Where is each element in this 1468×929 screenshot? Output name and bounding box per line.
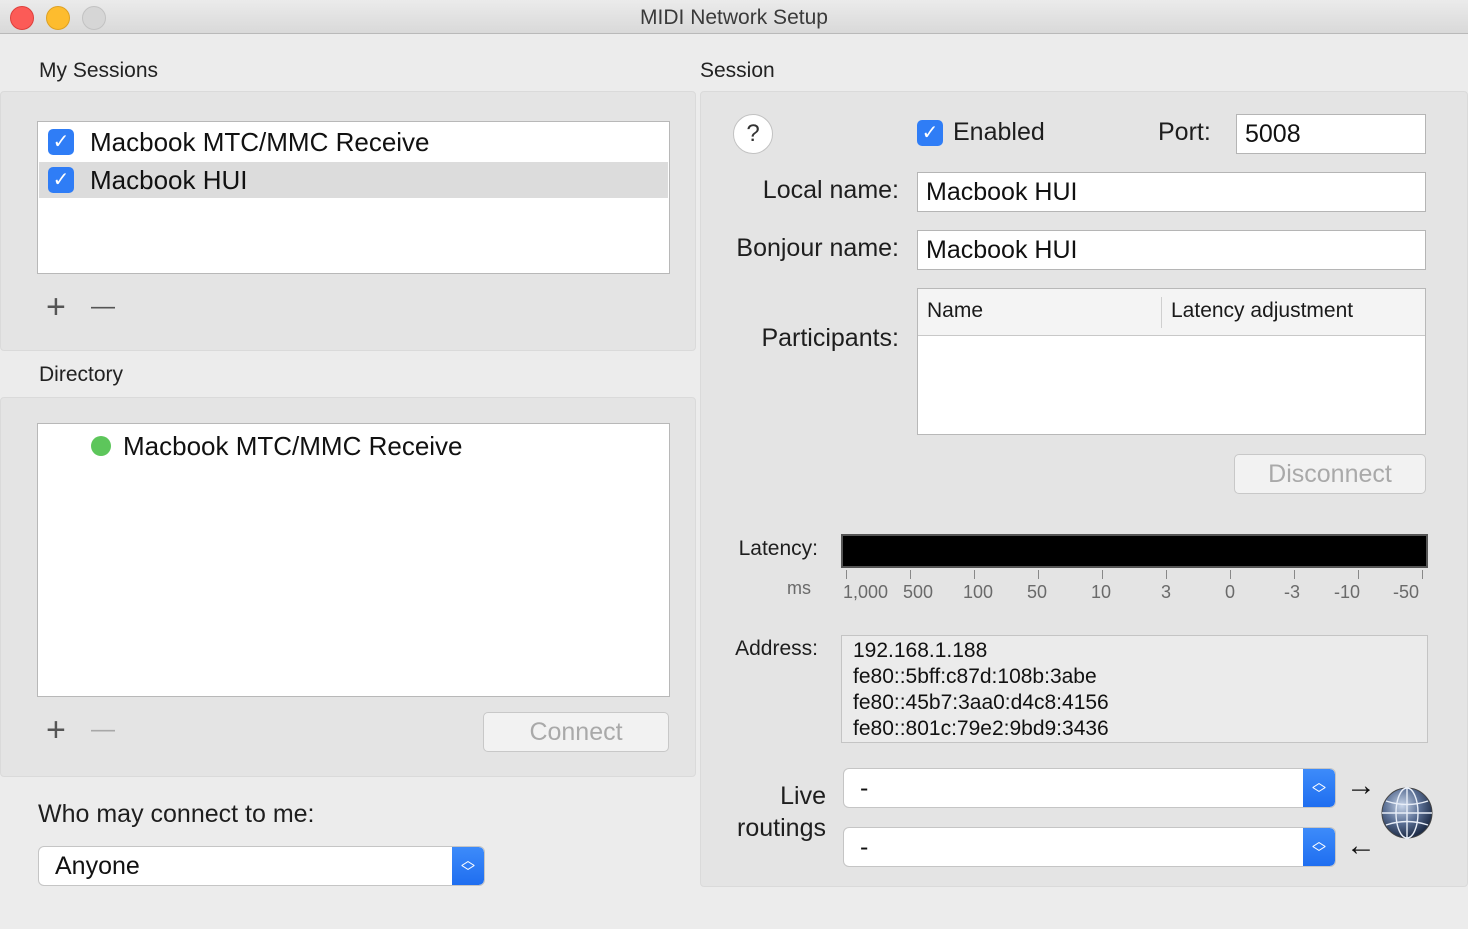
bonjour-name-field[interactable]: Macbook HUI [917,230,1426,270]
who-may-connect-label: Who may connect to me: [38,800,315,828]
latency-unit: ms [787,578,811,598]
column-latency-header[interactable]: Latency adjustment [1171,299,1353,323]
latency-meter [841,534,1428,568]
title-bar: MIDI Network Setup [0,0,1468,34]
session-row[interactable]: ✓ Macbook MTC/MMC Receive [39,124,668,160]
session-name: Macbook HUI [90,165,248,195]
directory-item-name: Macbook MTC/MMC Receive [123,431,463,461]
local-name-field[interactable]: Macbook HUI [917,172,1426,212]
latency-tick-label: 10 [1091,582,1112,602]
my-sessions-heading: My Sessions [39,59,159,82]
local-name-label: Local name: [762,176,899,204]
latency-tick-label: -10 [1334,582,1361,602]
routing-input-popup[interactable]: - ︿ ﹀ [843,827,1336,867]
connect-button[interactable]: Connect [483,712,669,752]
address-list: 192.168.1.188 fe80::5bff:c87d:108b:3abe … [841,635,1428,743]
latency-tick-mark [974,570,975,579]
latency-tick-mark [1102,570,1103,579]
popup-stepper-icon: ︿ ﹀ [1303,769,1335,807]
add-directory-button[interactable]: + [46,713,66,747]
remove-directory-button[interactable]: — [91,713,115,747]
enabled-checkbox[interactable]: ✓ [917,120,943,146]
latency-tick-mark [846,570,847,579]
popup-stepper-icon: ︿ ﹀ [452,847,484,885]
latency-tick-label: 100 [963,582,994,602]
latency-tick-label: 50 [1027,582,1048,602]
latency-tick-label: 500 [903,582,934,602]
live-routings-label-line2: routings [737,814,826,842]
enabled-label: Enabled [953,118,1045,146]
participants-label: Participants: [761,324,899,352]
arrow-right-icon: → [1346,769,1376,802]
latency-tick-mark [1230,570,1231,579]
participants-header: Name Latency adjustment [918,289,1425,336]
bonjour-name-label: Bonjour name: [736,234,899,262]
disconnect-button[interactable]: Disconnect [1234,454,1426,494]
remove-session-button[interactable]: — [91,290,115,324]
port-label: Port: [1158,118,1211,146]
latency-tick-mark [1294,570,1295,579]
window-title: MIDI Network Setup [640,6,828,29]
session-enabled-checkbox[interactable]: ✓ [48,129,74,155]
directory-heading: Directory [39,363,124,386]
latency-tick-mark [1422,570,1423,579]
session-row-selected[interactable]: ✓ Macbook HUI [39,162,668,198]
latency-tick-label: -50 [1393,582,1420,602]
session-name: Macbook MTC/MMC Receive [90,127,430,157]
latency-tick-label: 1,000 [843,582,889,602]
globe-network-icon [1380,786,1434,840]
latency-tick-mark [1038,570,1039,579]
arrow-left-icon: ← [1346,829,1376,862]
latency-tick-mark [1358,570,1359,579]
address-line: fe80::45b7:3aa0:d4c8:4156 [853,691,1109,714]
my-sessions-list[interactable]: ✓ Macbook MTC/MMC Receive ✓ Macbook HUI [37,121,670,274]
address-line: 192.168.1.188 [853,639,988,662]
latency-tick-label: -3 [1284,582,1301,602]
session-heading: Session [700,59,775,82]
address-line: fe80::5bff:c87d:108b:3abe [853,665,1097,688]
column-divider [1161,297,1162,328]
directory-row[interactable]: Macbook MTC/MMC Receive [39,428,668,464]
routing-input-value: - [860,833,869,861]
latency-tick-label: 3 [1161,582,1172,602]
who-may-connect-popup[interactable]: Anyone ︿ ﹀ [38,846,485,886]
live-routings-label-line1: Live [780,782,826,810]
who-may-connect-value: Anyone [55,852,140,880]
popup-stepper-icon: ︿ ﹀ [1303,828,1335,866]
directory-list[interactable]: Macbook MTC/MMC Receive [37,423,670,697]
help-button[interactable]: ? [733,114,773,154]
routing-output-value: - [860,774,869,802]
address-line: fe80::801c:79e2:9bd9:3436 [853,717,1109,740]
address-label: Address: [735,637,818,660]
column-name-header[interactable]: Name [927,299,983,323]
latency-tick-label: 0 [1225,582,1236,602]
port-field[interactable]: 5008 [1236,114,1426,154]
add-session-button[interactable]: + [46,290,66,324]
latency-tick-mark [910,570,911,579]
participants-table[interactable]: Name Latency adjustment [917,288,1426,435]
routing-output-popup[interactable]: - ︿ ﹀ [843,768,1336,808]
latency-tick-mark [1166,570,1167,579]
online-status-icon [91,436,111,456]
latency-label: Latency: [738,537,818,560]
session-enabled-checkbox[interactable]: ✓ [48,167,74,193]
